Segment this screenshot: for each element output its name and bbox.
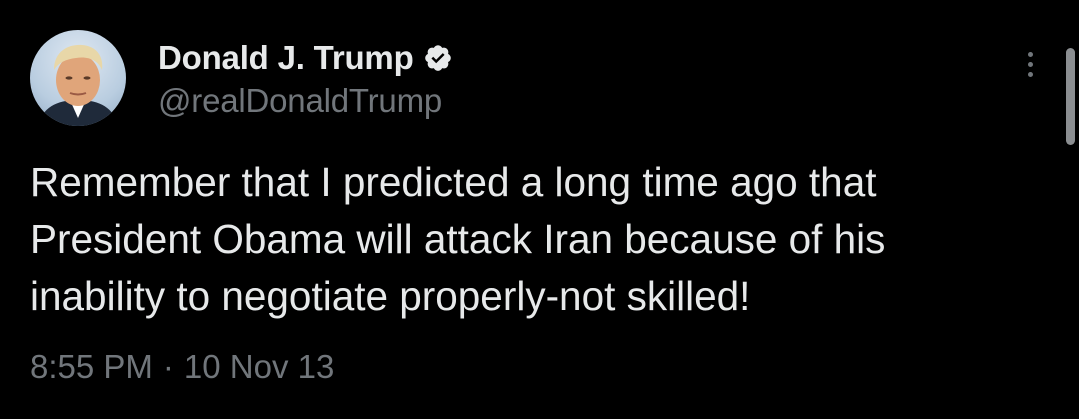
tweet-date[interactable]: 10 Nov 13 (184, 348, 334, 386)
meta-separator: · (162, 348, 174, 385)
more-options-icon[interactable] (1020, 52, 1040, 90)
tweet-header: Donald J. Trump @realDonaldTrump (158, 36, 453, 120)
tweet-time[interactable]: 8:55 PM (30, 348, 153, 386)
scrollbar[interactable] (1066, 48, 1075, 145)
tweet-text-line: President Obama will attack Iran because… (30, 216, 886, 262)
user-handle[interactable]: @realDonaldTrump (158, 82, 453, 120)
tweet-text-line: Remember that I predicted a long time ag… (30, 159, 877, 205)
display-name[interactable]: Donald J. Trump (158, 39, 414, 77)
tweet-text-line: inability to negotiate properly-not skil… (30, 273, 751, 319)
tweet-timestamp[interactable]: 8:55 PM · 10 Nov 13 (30, 348, 334, 386)
avatar[interactable] (30, 30, 126, 126)
tweet-text: Remember that I predicted a long time ag… (30, 154, 1050, 325)
profile-photo (38, 44, 118, 126)
tweet-card: Donald J. Trump @realDonaldTrump Remembe… (0, 0, 1079, 419)
name-row: Donald J. Trump (158, 36, 453, 80)
verified-badge-icon (423, 43, 453, 73)
